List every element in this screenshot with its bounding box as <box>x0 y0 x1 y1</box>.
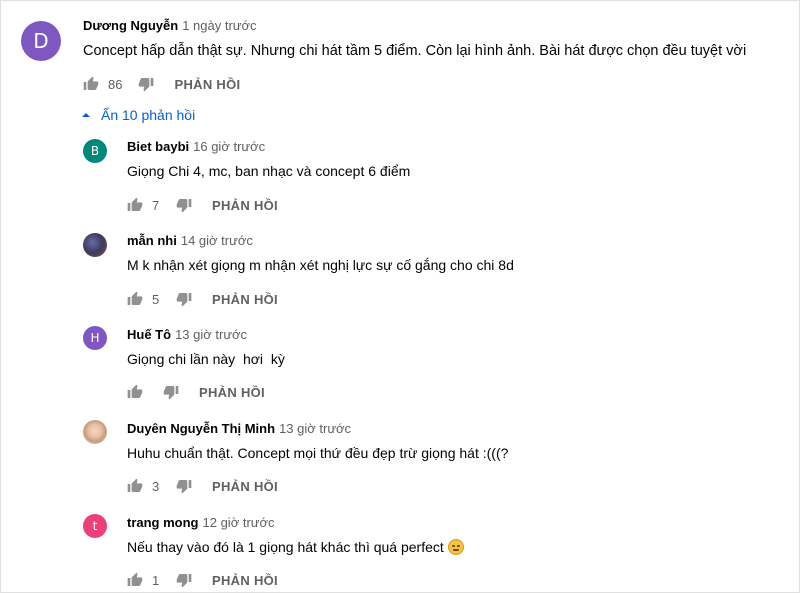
author-name[interactable]: trang mong <box>127 515 199 530</box>
comment-actions: 5 PHẢN HỒI <box>127 289 278 309</box>
comment-actions: 7 PHẢN HỒI <box>127 195 278 215</box>
reply-button[interactable]: PHẢN HỒI <box>199 385 265 400</box>
thumb-down-icon[interactable] <box>176 197 192 213</box>
disappointed-face-emoji <box>447 539 464 555</box>
hide-replies-toggle[interactable]: Ẩn 10 phản hồi <box>81 105 195 125</box>
comment-text-wrapper: Nếu thay vào đó là 1 giọng hát khác thì … <box>127 537 464 557</box>
comment-actions: 3 PHẢN HỒI <box>127 476 278 496</box>
avatar[interactable] <box>83 233 107 257</box>
timestamp[interactable]: 13 giờ trước <box>175 327 247 342</box>
avatar[interactable] <box>83 420 107 444</box>
timestamp[interactable]: 14 giờ trước <box>181 233 253 248</box>
like-count: 7 <box>152 197 160 213</box>
timestamp[interactable]: 16 giờ trước <box>193 139 265 154</box>
author-name[interactable]: Duyên Nguyễn Thị Minh <box>127 421 275 436</box>
reply-button[interactable]: PHẢN HỒI <box>212 198 278 213</box>
comment-actions: PHẢN HỒI <box>127 382 265 402</box>
timestamp[interactable]: 13 giờ trước <box>279 421 351 436</box>
thumb-down-icon[interactable] <box>163 384 179 400</box>
thumb-down-icon[interactable] <box>176 478 192 494</box>
author-name[interactable]: Biet baybi <box>127 139 189 154</box>
thumb-down-icon[interactable] <box>176 572 192 588</box>
reply-button[interactable]: PHẢN HỒI <box>212 292 278 307</box>
like-count: 5 <box>152 291 160 307</box>
avatar[interactable]: t <box>83 514 107 538</box>
avatar[interactable]: H <box>83 326 107 350</box>
comment-text: Giọng chi lần này hơi kỳ <box>127 351 285 367</box>
thumb-up-icon[interactable] <box>127 291 143 307</box>
thumb-up-icon[interactable] <box>127 478 143 494</box>
reply-button[interactable]: PHẢN HỒI <box>174 77 240 92</box>
comment-thread: D Dương Nguyễn 1 ngày trước Concept hấp d… <box>0 0 800 593</box>
comment-header: mẫn nhi 14 giờ trước <box>127 233 253 249</box>
comment-text: M k nhận xét giọng m nhận xét nghị lực s… <box>127 257 514 273</box>
comment-header: trang mong 12 giờ trước <box>127 515 275 531</box>
like-count: 1 <box>152 572 160 588</box>
like-count: 86 <box>108 76 123 92</box>
caret-up-icon <box>81 110 91 120</box>
comment-header: Biet baybi 16 giờ trước <box>127 139 265 155</box>
avatar[interactable]: D <box>21 21 61 61</box>
author-name[interactable]: Dương Nguyễn <box>83 18 178 33</box>
like-count: 3 <box>152 478 160 494</box>
thumb-up-icon[interactable] <box>83 76 99 92</box>
comment-text: Nếu thay vào đó là 1 giọng hát khác thì … <box>127 539 444 555</box>
avatar[interactable]: B <box>83 139 107 163</box>
reply-button[interactable]: PHẢN HỒI <box>212 479 278 494</box>
thumb-up-icon[interactable] <box>127 384 143 400</box>
timestamp[interactable]: 1 ngày trước <box>182 18 256 33</box>
reply-button[interactable]: PHẢN HỒI <box>212 573 278 588</box>
author-name[interactable]: Huế Tô <box>127 327 171 342</box>
comment-header: Duyên Nguyễn Thị Minh 13 giờ trước <box>127 421 351 437</box>
comment-actions: 1 PHẢN HỒI <box>127 570 278 590</box>
timestamp[interactable]: 12 giờ trước <box>203 515 275 530</box>
comment-text: Concept hấp dẫn thật sự. Nhưng chi hát t… <box>83 43 747 59</box>
comment-header: Huế Tô 13 giờ trước <box>127 327 247 343</box>
hide-replies-label: Ẩn 10 phản hồi <box>101 107 196 123</box>
thumb-up-icon[interactable] <box>127 572 143 588</box>
author-name[interactable]: mẫn nhi <box>127 233 177 248</box>
thumb-down-icon[interactable] <box>176 291 192 307</box>
comment-actions: 86 PHẢN HỒI <box>83 74 240 94</box>
comment-text: Giọng Chi 4, mc, ban nhạc và concept 6 đ… <box>127 163 411 179</box>
comment-text: Huhu chuẩn thật. Concept mọi thứ đều đẹp… <box>127 445 509 461</box>
thumb-down-icon[interactable] <box>138 76 154 92</box>
comment-header: Dương Nguyễn 1 ngày trước <box>83 18 257 34</box>
thumb-up-icon[interactable] <box>127 197 143 213</box>
